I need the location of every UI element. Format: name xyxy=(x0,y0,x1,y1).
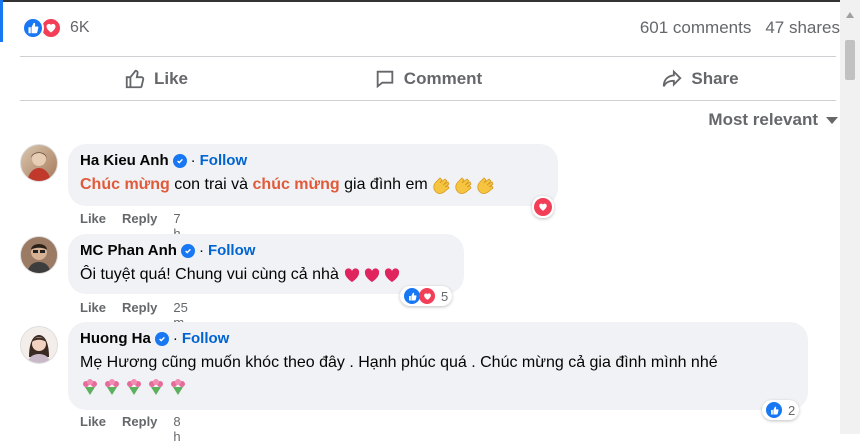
like-button[interactable]: Like xyxy=(20,62,292,96)
comment-button[interactable]: Comment xyxy=(292,62,564,96)
verified-badge-icon xyxy=(180,243,195,258)
comment-reply-button[interactable]: Reply xyxy=(122,414,157,444)
scroll-thumb[interactable] xyxy=(845,40,855,80)
scrollbar[interactable] xyxy=(840,0,860,434)
bouquet-emoji xyxy=(80,378,188,396)
red-heart-emoji xyxy=(343,267,401,283)
highlight-text: Chúc mừng xyxy=(80,176,170,193)
like-reaction-icon xyxy=(22,17,44,39)
love-reaction-icon xyxy=(419,288,435,304)
commenter-name[interactable]: MC Phan Anh xyxy=(80,242,177,259)
comment-bubble: MC Phan Anh · Follow Ôi tuyệt quá! Chung… xyxy=(68,234,464,294)
comment-text: Ôi tuyệt quá! Chung vui cùng cả nhà xyxy=(80,263,452,287)
divider xyxy=(20,100,836,101)
comments-count[interactable]: 601 comments xyxy=(640,18,752,38)
comment-reaction-badge[interactable]: 2 xyxy=(762,400,800,420)
like-label: Like xyxy=(153,69,189,88)
clapping-hands-emoji xyxy=(432,176,496,194)
like-reaction-icon xyxy=(404,288,420,304)
comment-reaction-badge[interactable]: 5 xyxy=(400,286,453,306)
divider xyxy=(20,56,836,57)
top-border xyxy=(0,0,860,2)
like-reaction-icon xyxy=(766,402,782,418)
avatar[interactable] xyxy=(20,144,58,182)
post-stats: 601 comments 47 shares xyxy=(640,18,840,38)
follow-button[interactable]: Follow xyxy=(200,152,248,169)
comment-text: Mẹ Hương cũng muốn khóc theo đây . Hạnh … xyxy=(80,351,780,399)
comment-reaction-badge[interactable] xyxy=(532,196,554,218)
comment-reaction-count: 5 xyxy=(441,288,449,304)
comment-bubble: Ha Kieu Anh · Follow Chúc mừng con trai … xyxy=(68,144,558,206)
chevron-down-icon xyxy=(826,116,838,124)
scroll-up-arrow-icon[interactable] xyxy=(846,12,854,18)
sort-label: Most relevant xyxy=(708,110,818,129)
comment-time[interactable]: 8 h xyxy=(173,414,180,444)
comment-reaction-count: 2 xyxy=(788,402,796,418)
share-button[interactable]: Share xyxy=(564,62,836,96)
commenter-name[interactable]: Huong Ha xyxy=(80,330,151,347)
action-bar: Like Comment Share xyxy=(20,62,836,96)
verified-badge-icon xyxy=(154,331,169,346)
reaction-count: 6K xyxy=(70,19,90,36)
comment-label: Comment xyxy=(403,69,483,88)
highlight-text: chúc mừng xyxy=(252,176,340,193)
avatar[interactable] xyxy=(20,326,58,364)
accent-bar xyxy=(0,0,3,42)
comment-bubble: Huong Ha · Follow Mẹ Hương cũng muốn khó… xyxy=(68,322,808,410)
follow-button[interactable]: Follow xyxy=(182,330,230,347)
reaction-summary[interactable]: 6K xyxy=(22,14,90,42)
comment-like-button[interactable]: Like xyxy=(80,414,106,444)
share-icon xyxy=(663,69,682,87)
avatar[interactable] xyxy=(20,236,58,274)
comment-icon xyxy=(376,70,394,89)
follow-button[interactable]: Follow xyxy=(208,242,256,259)
verified-badge-icon xyxy=(172,153,187,168)
comment-meta: Like Reply 8 h xyxy=(80,414,181,444)
share-label: Share xyxy=(691,69,739,88)
love-reaction-icon xyxy=(534,198,552,216)
commenter-name[interactable]: Ha Kieu Anh xyxy=(80,152,169,169)
shares-count[interactable]: 47 shares xyxy=(765,18,840,38)
comment-text: Chúc mừng con trai và chúc mừng gia đình… xyxy=(80,173,546,197)
sort-dropdown[interactable]: Most relevant xyxy=(708,110,838,130)
thumbs-up-icon xyxy=(125,69,145,89)
